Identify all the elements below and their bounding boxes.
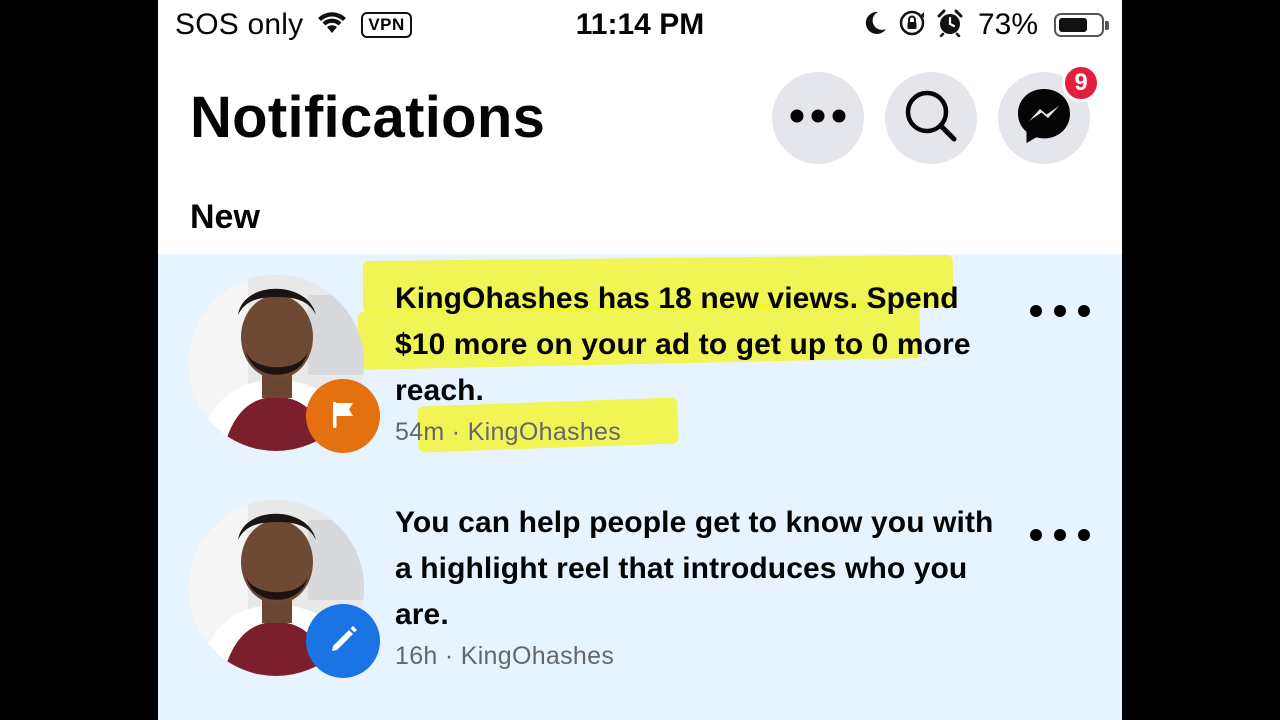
dot — [1054, 305, 1066, 317]
alarm-icon — [936, 9, 964, 42]
more-options-button[interactable] — [772, 72, 864, 164]
notification-body: KingOhashes has 18 new views. Spend $10 … — [395, 276, 995, 447]
notification-options-button[interactable] — [1030, 523, 1090, 547]
search-icon — [901, 86, 961, 151]
messenger-unread-badge: 9 — [1062, 64, 1100, 102]
battery-icon — [1054, 13, 1109, 37]
notification-text: You can help people get to know you with… — [395, 506, 994, 631]
flag-icon — [326, 397, 360, 436]
notification-list: KingOhashes has 18 new views. Spend $10 … — [158, 254, 1122, 720]
dot — [1078, 305, 1090, 317]
battery-percent: 73% — [977, 8, 1038, 41]
search-button[interactable] — [885, 72, 977, 164]
notification-text: KingOhashes has 18 new views. Spend $10 … — [395, 282, 971, 407]
dot — [1054, 529, 1066, 541]
status-bar: SOS only VPN 11:14 PM 73% — [158, 0, 1122, 56]
page-title: Notifications — [190, 85, 546, 150]
notification-meta: 54m · KingOhashes — [395, 418, 622, 446]
messenger-button[interactable]: 9 — [998, 64, 1100, 164]
dot — [1030, 529, 1042, 541]
notification-options-button[interactable] — [1030, 299, 1090, 323]
dot — [1030, 305, 1042, 317]
edit-badge — [306, 604, 380, 678]
dot — [1078, 529, 1090, 541]
status-right: 73% — [864, 8, 1109, 42]
pencil-icon — [325, 621, 361, 662]
more-dots-icon — [790, 109, 846, 128]
page-badge — [306, 379, 380, 453]
notification-meta: 16h · KingOhashes — [395, 642, 615, 670]
rotation-lock-icon — [898, 9, 926, 42]
battery-level-fill — [1059, 18, 1087, 32]
moon-icon — [864, 10, 888, 41]
section-label-new: New — [190, 198, 260, 236]
notification-body: You can help people get to know you with… — [395, 500, 995, 671]
notification-item[interactable]: KingOhashes has 18 new views. Spend $10 … — [158, 254, 1122, 478]
phone-screen: SOS only VPN 11:14 PM 73% Notifications … — [158, 0, 1122, 720]
notification-item[interactable]: You can help people get to know you with… — [158, 478, 1122, 702]
